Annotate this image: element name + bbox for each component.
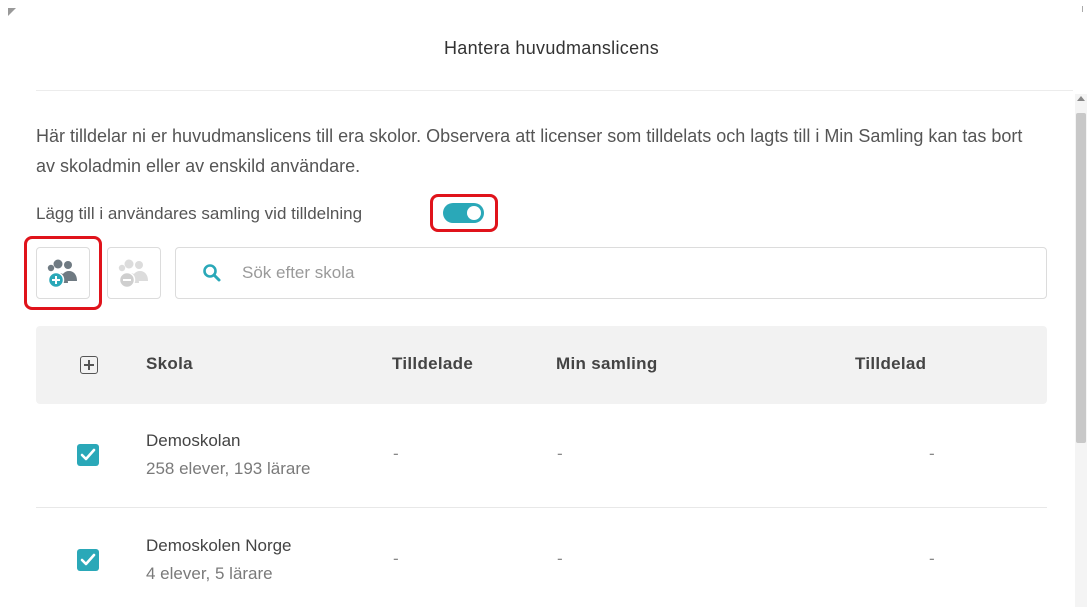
cell-collection: - bbox=[557, 444, 563, 463]
dialog-title: Hantera huvudmanslicens bbox=[443, 38, 660, 58]
school-name: Demoskolan bbox=[146, 431, 241, 450]
column-header-assigned[interactable]: Tilldelade bbox=[392, 354, 473, 374]
table-row[interactable]: Demoskolan 258 elever, 193 lärare - - - bbox=[36, 404, 1047, 508]
expand-all-icon[interactable] bbox=[80, 356, 98, 374]
school-stats: 4 elever, 5 lärare bbox=[146, 564, 273, 583]
cell-assigned: - bbox=[393, 549, 399, 568]
column-header-collection[interactable]: Min samling bbox=[556, 354, 658, 374]
column-header-assigned-to[interactable]: Tilldelad bbox=[855, 354, 926, 374]
checkmark-icon bbox=[80, 553, 96, 566]
window-corner-mark-right bbox=[1082, 6, 1083, 12]
cell-assigned-to: - bbox=[929, 549, 935, 568]
scroll-up-arrow-icon[interactable] bbox=[1077, 96, 1085, 101]
dialog-description: Här tilldelar ni er huvudmanslicens till… bbox=[36, 126, 1023, 176]
row-checkbox[interactable] bbox=[77, 444, 99, 466]
toggle-label: Lägg till i användares samling vid tilld… bbox=[36, 204, 363, 223]
remove-group-icon bbox=[118, 259, 148, 289]
column-header-school[interactable]: Skola bbox=[146, 354, 193, 374]
school-stats: 258 elever, 193 lärare bbox=[146, 459, 311, 478]
table-header: Skola Tilldelade Min samling Tilldelad bbox=[36, 326, 1047, 404]
cell-collection: - bbox=[557, 549, 563, 568]
scrollbar-thumb[interactable] bbox=[1076, 113, 1086, 443]
toggle-row: Lägg till i användares samling vid tilld… bbox=[36, 199, 362, 229]
checkmark-icon bbox=[80, 448, 96, 461]
search-input[interactable] bbox=[240, 262, 944, 284]
row-divider bbox=[36, 507, 1047, 508]
window-corner-mark bbox=[8, 8, 16, 16]
table-row[interactable]: Demoskolen Norge 4 elever, 5 lärare - - … bbox=[36, 509, 1047, 613]
add-group-icon bbox=[47, 259, 77, 289]
school-name: Demoskolen Norge bbox=[146, 536, 292, 555]
search-icon bbox=[203, 264, 221, 282]
cell-assigned: - bbox=[393, 444, 399, 463]
cell-assigned-to: - bbox=[929, 444, 935, 463]
add-to-collection-toggle[interactable] bbox=[443, 203, 484, 223]
add-schools-button[interactable] bbox=[36, 247, 90, 299]
toggle-knob bbox=[467, 206, 481, 220]
row-checkbox[interactable] bbox=[77, 549, 99, 571]
title-divider bbox=[36, 90, 1073, 91]
remove-schools-button[interactable] bbox=[107, 247, 161, 299]
search-box[interactable] bbox=[175, 247, 1047, 299]
